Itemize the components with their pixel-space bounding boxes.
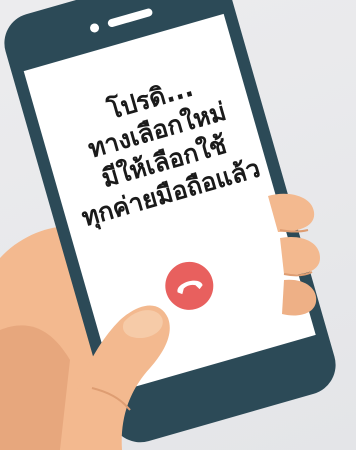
phone-in-hand-illustration: โปรดิ... ทางเลือกใหม่ มีให้เลือกใช้ ทุกค… <box>0 0 336 450</box>
illustration: โปรดิ... ทางเลือกใหม่ มีให้เลือกใช้ ทุกค… <box>0 0 356 450</box>
finger-2 <box>280 236 320 275</box>
